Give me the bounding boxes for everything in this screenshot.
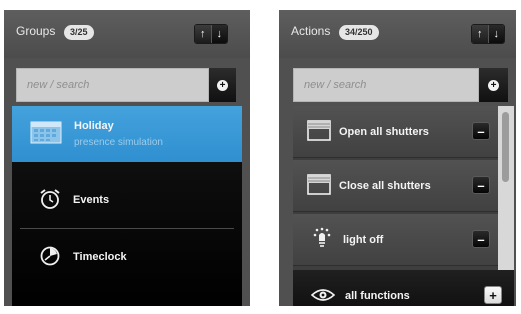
screenshot-stage: Groups 3/25 ↑ ↓ + xyxy=(0,0,521,314)
action-item-open-shutters[interactable]: Open all shutters – xyxy=(293,106,498,158)
actions-sort-controls: ↑ ↓ xyxy=(471,24,505,44)
group-item-label: Events xyxy=(73,194,110,206)
eye-icon xyxy=(310,288,336,305)
groups-list: Holiday presence simulation Events Timec… xyxy=(12,106,242,306)
remove-action-button[interactable]: – xyxy=(472,176,490,194)
actions-header: Actions 34/250 ↑ ↓ xyxy=(279,10,516,58)
remove-action-button[interactable]: – xyxy=(472,122,490,140)
add-icon: + xyxy=(488,79,499,91)
add-action-button[interactable]: + xyxy=(484,286,502,304)
actions-scrollbar[interactable] xyxy=(498,106,514,270)
actions-sort-down-button[interactable]: ↓ xyxy=(487,25,504,43)
group-item-timeclock[interactable]: Timeclock xyxy=(12,229,242,285)
groups-sort-up-button[interactable]: ↑ xyxy=(195,25,211,43)
action-item-light-off[interactable]: light off – xyxy=(293,214,498,266)
group-item-label: Holiday xyxy=(74,120,114,132)
actions-add-button[interactable]: + xyxy=(479,68,508,102)
scrollbar-thumb[interactable] xyxy=(502,112,509,182)
groups-panel: Groups 3/25 ↑ ↓ + xyxy=(4,10,250,306)
group-item-sublabel: presence simulation xyxy=(74,137,163,148)
shutter-icon xyxy=(307,118,331,145)
actions-sort-up-button[interactable]: ↑ xyxy=(472,25,488,43)
groups-search-input[interactable] xyxy=(16,68,209,102)
alarm-clock-icon xyxy=(39,188,61,213)
add-icon: + xyxy=(217,79,228,91)
actions-count-badge: 34/250 xyxy=(339,25,379,40)
groups-add-button[interactable]: + xyxy=(209,68,236,102)
actions-list: Open all shutters – Close all shutters – xyxy=(293,106,514,306)
actions-search-input[interactable] xyxy=(293,68,479,102)
action-item-label: Open all shutters xyxy=(339,125,429,138)
groups-count-badge: 3/25 xyxy=(64,25,94,40)
remove-action-button[interactable]: – xyxy=(472,230,490,248)
action-item-label: all functions xyxy=(345,290,410,302)
action-item-close-shutters[interactable]: Close all shutters – xyxy=(293,160,498,212)
action-item-all-functions[interactable]: all functions + xyxy=(293,270,514,306)
group-item-holiday-text: Holiday presence simulation xyxy=(74,120,163,148)
groups-sort-controls: ↑ ↓ xyxy=(194,24,228,44)
group-item-holiday[interactable]: Holiday presence simulation xyxy=(12,106,242,162)
shutter-icon xyxy=(307,172,331,199)
calendar-icon xyxy=(30,120,62,147)
actions-panel: Actions 34/250 ↑ ↓ + xyxy=(279,10,516,306)
action-item-label: Close all shutters xyxy=(339,179,431,192)
action-item-label: light off xyxy=(343,233,384,246)
light-icon xyxy=(313,227,331,252)
actions-title: Actions xyxy=(291,24,331,38)
groups-header: Groups 3/25 ↑ ↓ xyxy=(4,10,250,58)
groups-title: Groups xyxy=(16,24,56,38)
clock-icon xyxy=(39,245,61,270)
groups-sort-down-button[interactable]: ↓ xyxy=(210,25,227,43)
group-item-label: Timeclock xyxy=(73,251,127,263)
group-item-events[interactable]: Events xyxy=(12,172,242,228)
